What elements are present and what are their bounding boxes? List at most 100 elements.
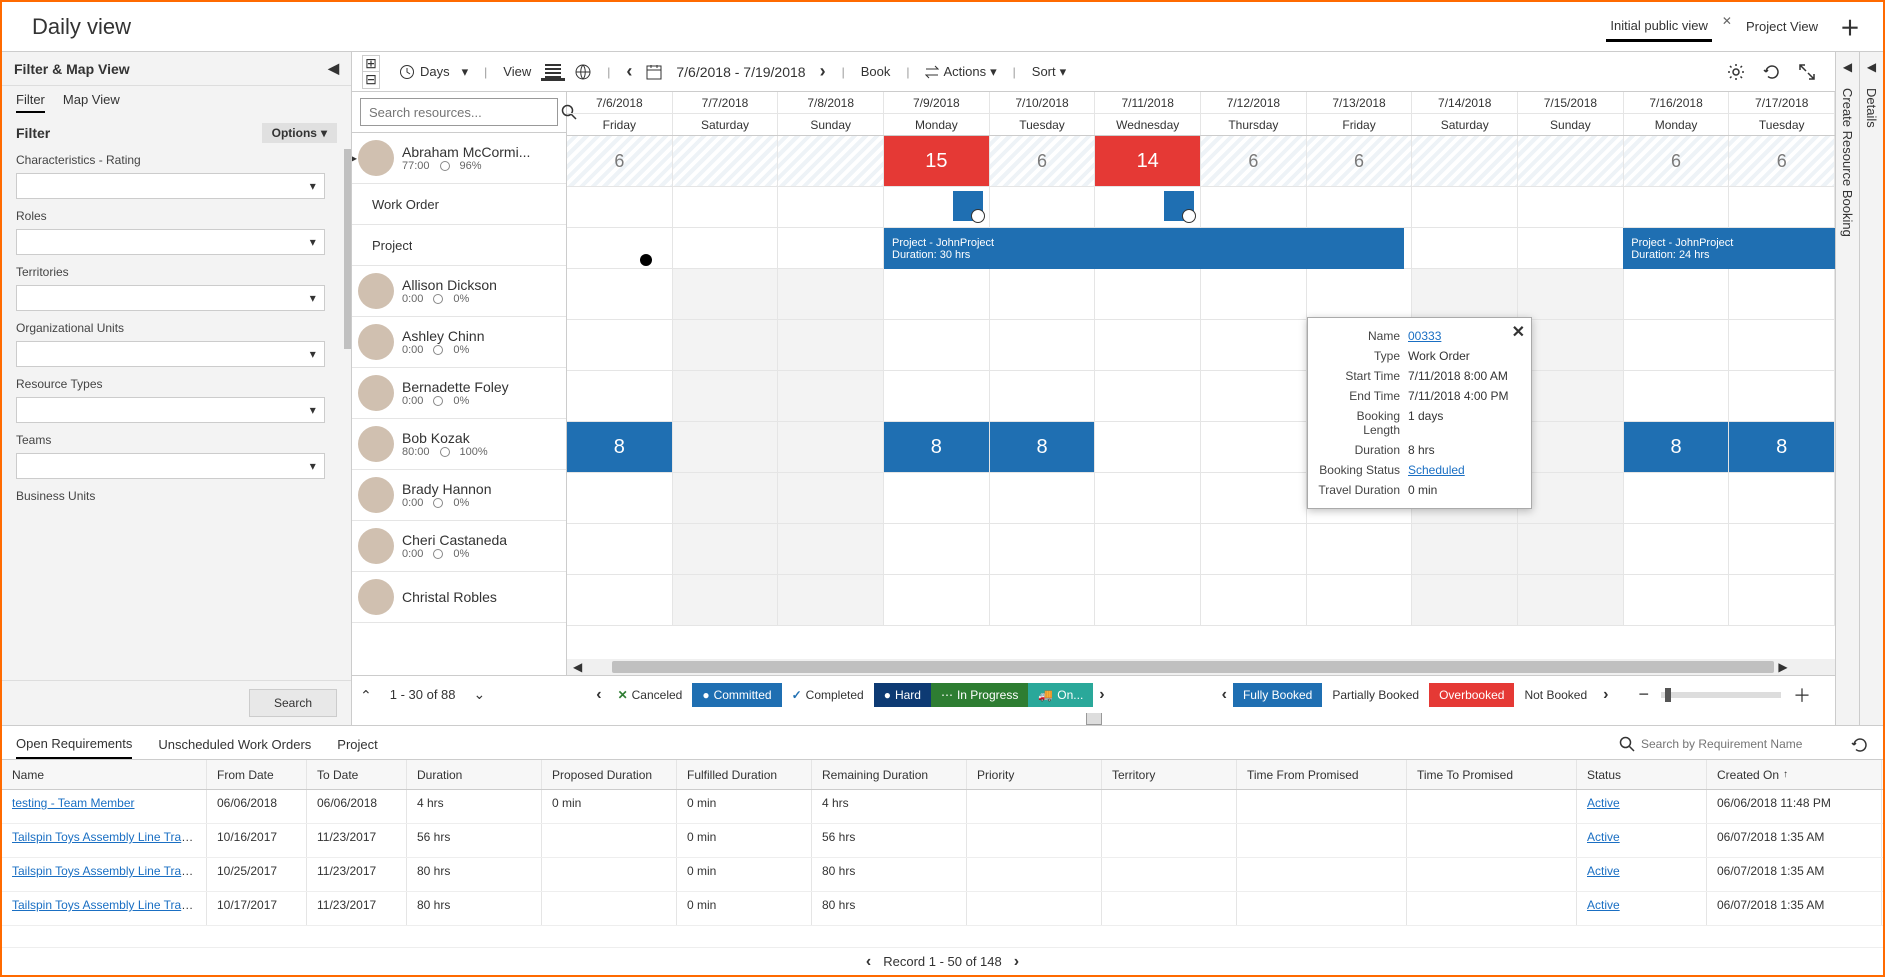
grid-cell[interactable] xyxy=(1729,187,1835,227)
grid-cell[interactable] xyxy=(1624,473,1730,523)
tab-open-requirements[interactable]: Open Requirements xyxy=(16,730,132,759)
list-view-button[interactable] xyxy=(541,62,565,81)
resource-subrow[interactable]: Work Order xyxy=(352,184,566,225)
grid-cell[interactable] xyxy=(567,228,673,268)
booking-legend-prev[interactable]: ‹ xyxy=(1216,686,1233,704)
project-bar[interactable]: Project - JohnProjectDuration: 24 hrs xyxy=(1623,228,1835,269)
table-row[interactable]: Tailspin Toys Assembly Line Transfo... 1… xyxy=(2,824,1883,858)
workorder-block[interactable] xyxy=(1164,191,1194,221)
requirement-link[interactable]: Tailspin Toys Assembly Line Transfo... xyxy=(12,898,207,912)
grid-cell[interactable] xyxy=(884,371,990,421)
panel-splitter-handle[interactable] xyxy=(1086,713,1102,725)
grid-cell[interactable] xyxy=(990,575,1096,625)
settings-icon[interactable] xyxy=(1727,63,1745,81)
grid-cell[interactable] xyxy=(1095,187,1201,227)
grid-cell[interactable]: 6 xyxy=(1307,136,1413,186)
scrollbar[interactable] xyxy=(344,149,351,349)
date-column[interactable]: 7/7/2018Saturday xyxy=(673,92,779,135)
zoom-slider[interactable] xyxy=(1661,692,1781,698)
grid-cell[interactable] xyxy=(1412,136,1518,186)
grid-cell[interactable] xyxy=(673,473,779,523)
col-duration[interactable]: Duration xyxy=(407,760,542,789)
grid-cell[interactable] xyxy=(1624,187,1730,227)
next-range-button[interactable]: › xyxy=(816,59,830,84)
expand-rail-icon[interactable]: ◀ xyxy=(1843,60,1852,74)
grid-cell[interactable]: 6 xyxy=(1201,136,1307,186)
grid-cell[interactable] xyxy=(778,320,884,370)
resource-row[interactable]: ▸ Abraham McCormi... 77:0096% xyxy=(352,133,566,184)
grid-cell[interactable]: 6 xyxy=(1624,136,1730,186)
status-hard[interactable]: ●Hard xyxy=(874,683,931,707)
date-column[interactable]: 7/14/2018Saturday xyxy=(1412,92,1518,135)
grid-cell[interactable] xyxy=(1624,575,1730,625)
collapse-filter-icon[interactable]: ◀ xyxy=(328,60,339,77)
date-column[interactable]: 7/13/2018Friday xyxy=(1307,92,1413,135)
grid-cell[interactable] xyxy=(1307,187,1413,227)
grid-cell[interactable] xyxy=(1518,473,1624,523)
grid-cell[interactable] xyxy=(1729,320,1835,370)
grid-cell[interactable] xyxy=(673,187,779,227)
filter-tab-mapview[interactable]: Map View xyxy=(63,92,120,113)
grid-cell[interactable]: 8 xyxy=(1729,422,1835,472)
tooltip-value[interactable]: 00333 xyxy=(1408,329,1521,343)
grid-cell[interactable] xyxy=(567,269,673,319)
grid-next-page[interactable]: › xyxy=(1014,953,1019,971)
grid-cell[interactable] xyxy=(990,371,1096,421)
refresh-requirements-icon[interactable] xyxy=(1851,736,1869,754)
col-territory[interactable]: Territory xyxy=(1102,760,1237,789)
grid-cell[interactable] xyxy=(1201,371,1307,421)
grid-cell[interactable] xyxy=(884,269,990,319)
date-range-display[interactable]: 7/6/2018 - 7/19/2018 xyxy=(672,62,809,82)
date-column[interactable]: 7/10/2018Tuesday xyxy=(990,92,1096,135)
grid-cell[interactable] xyxy=(1095,269,1201,319)
grid-cell[interactable] xyxy=(1412,228,1518,268)
resource-row[interactable]: Christal Robles xyxy=(352,572,566,623)
status-committed[interactable]: ●Committed xyxy=(692,683,781,707)
sort-dropdown[interactable]: Sort▾ xyxy=(1028,62,1070,82)
resource-expand-down-icon[interactable]: ⌄ xyxy=(474,686,486,703)
collapse-resource-icon[interactable]: ▸ xyxy=(352,151,357,165)
grid-cell[interactable] xyxy=(1518,524,1624,574)
tab-project-view[interactable]: Project View xyxy=(1742,13,1822,40)
grid-cell[interactable] xyxy=(1201,320,1307,370)
status-on[interactable]: 🚚On... xyxy=(1028,683,1093,707)
tab-initial-public-view[interactable]: Initial public view xyxy=(1606,12,1712,42)
grid-cell[interactable] xyxy=(1095,575,1201,625)
grid-cell[interactable] xyxy=(884,575,990,625)
status-legend-next[interactable]: › xyxy=(1093,686,1110,704)
grid-cell[interactable] xyxy=(1412,187,1518,227)
horizontal-scrollbar[interactable]: ◀▶ xyxy=(567,659,1835,675)
grid-cell[interactable] xyxy=(1095,524,1201,574)
status-link[interactable]: Active xyxy=(1587,864,1620,878)
grid-cell[interactable] xyxy=(884,473,990,523)
tab-unscheduled-wo[interactable]: Unscheduled Work Orders xyxy=(158,731,311,758)
grid-cell[interactable] xyxy=(778,228,884,268)
table-row[interactable]: testing - Team Member 06/06/2018 06/06/2… xyxy=(2,790,1883,824)
project-bar[interactable]: Project - JohnProjectDuration: 30 hrs xyxy=(884,228,1404,269)
expand-rail-icon[interactable]: ◀ xyxy=(1867,60,1876,74)
grid-cell[interactable] xyxy=(673,575,779,625)
grid-cell[interactable] xyxy=(990,473,1096,523)
grid-cell[interactable] xyxy=(673,524,779,574)
col-fulfilled[interactable]: Fulfilled Duration xyxy=(677,760,812,789)
booking-fully[interactable]: Fully Booked xyxy=(1233,683,1322,707)
close-tab-icon[interactable]: ✕ xyxy=(1722,14,1732,28)
zoom-out-button[interactable]: − xyxy=(1634,684,1653,705)
grid-cell[interactable] xyxy=(1518,575,1624,625)
time-unit-dropdown[interactable]: Days▾ xyxy=(394,61,472,83)
grid-cell[interactable] xyxy=(1201,575,1307,625)
grid-cell[interactable] xyxy=(1095,422,1201,472)
rail-details[interactable]: ◀ Details xyxy=(1859,52,1883,725)
resource-row[interactable]: Bernadette Foley 0:000% xyxy=(352,368,566,419)
grid-cell[interactable] xyxy=(1518,136,1624,186)
select-resource-types[interactable]: ▾ xyxy=(16,397,325,423)
col-time-from[interactable]: Time From Promised xyxy=(1237,760,1407,789)
grid-cell[interactable] xyxy=(1729,575,1835,625)
grid-cell[interactable] xyxy=(1624,320,1730,370)
refresh-icon[interactable] xyxy=(1763,63,1781,81)
grid-cell[interactable] xyxy=(567,371,673,421)
grid-cell[interactable]: 8 xyxy=(884,422,990,472)
grid-cell[interactable] xyxy=(1729,269,1835,319)
grid-cell[interactable] xyxy=(1412,575,1518,625)
resource-expand-up-icon[interactable]: ⌄ xyxy=(360,686,372,703)
